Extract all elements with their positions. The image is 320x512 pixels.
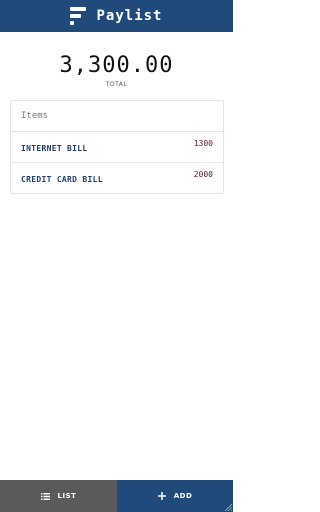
- items-card-header: Items: [11, 101, 223, 132]
- list-item[interactable]: CREDIT CARD BILL 2000: [11, 163, 223, 193]
- item-amount: 2000: [193, 170, 213, 179]
- app-title: Paylist: [96, 8, 163, 24]
- app-root: Paylist 3,300.00 TOTAL Items INTERNET BI…: [0, 0, 233, 512]
- list-tab-button[interactable]: LIST: [0, 480, 117, 512]
- items-card: Items INTERNET BILL 1300 CREDIT CARD BIL…: [10, 100, 224, 194]
- plus-icon: [157, 492, 166, 500]
- total-label: TOTAL: [105, 81, 128, 88]
- add-tab-label: ADD: [173, 492, 193, 500]
- total-amount: 3,300.00: [59, 53, 174, 78]
- item-amount: 1300: [193, 139, 213, 148]
- total-summary: 3,300.00 TOTAL: [0, 52, 233, 88]
- list-item[interactable]: INTERNET BILL 1300: [11, 132, 223, 163]
- bottom-navigation: LIST ADD: [0, 480, 233, 512]
- add-tab-button[interactable]: ADD: [117, 480, 233, 512]
- item-name: INTERNET BILL: [21, 144, 88, 153]
- item-name: CREDIT CARD BILL: [21, 175, 103, 184]
- paylist-logo-icon: [70, 7, 87, 25]
- app-header: Paylist: [0, 0, 233, 32]
- resize-grip-icon[interactable]: [224, 503, 233, 512]
- list-tab-label: LIST: [57, 492, 77, 500]
- list-icon: [40, 492, 50, 500]
